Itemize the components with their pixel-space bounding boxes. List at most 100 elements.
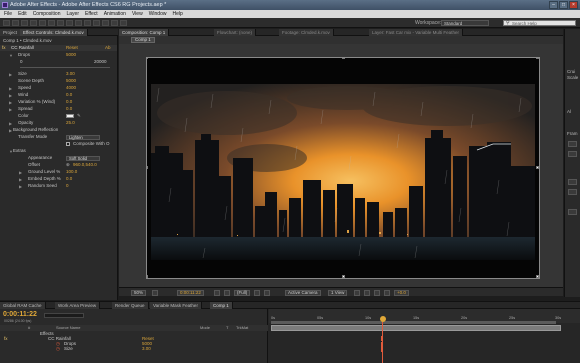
exposure-icon[interactable] bbox=[384, 289, 390, 296]
workspace-select[interactable]: Standard bbox=[441, 20, 489, 26]
reset-link[interactable]: Reset bbox=[66, 45, 78, 51]
roto-brush-tool-icon[interactable] bbox=[111, 20, 118, 26]
close-button[interactable]: × bbox=[569, 1, 578, 9]
param-value-random-seed[interactable]: 0 bbox=[66, 183, 69, 189]
param-value-variation[interactable]: 0.0 bbox=[66, 99, 72, 105]
color-swatch[interactable] bbox=[66, 114, 74, 118]
region-of-interest-icon[interactable] bbox=[254, 289, 260, 296]
eyedropper-icon[interactable]: ✎ bbox=[77, 113, 81, 119]
transform-handle[interactable] bbox=[536, 58, 539, 59]
param-value-ground-level[interactable]: 100.0 bbox=[66, 169, 77, 175]
side-button[interactable] bbox=[568, 141, 577, 147]
camera-tool-icon[interactable] bbox=[39, 20, 46, 26]
snapshot-icon[interactable] bbox=[214, 289, 220, 296]
menu-edit[interactable]: Edit bbox=[18, 10, 27, 18]
transform-handle[interactable] bbox=[536, 166, 539, 169]
side-button[interactable] bbox=[568, 209, 577, 215]
composite-checkbox[interactable] bbox=[66, 142, 70, 146]
puppet-tool-icon[interactable] bbox=[120, 20, 127, 26]
exposure-value[interactable]: +0.0 bbox=[394, 289, 409, 296]
menu-animation[interactable]: Animation bbox=[104, 10, 126, 18]
appearance-select[interactable]: Soft Solid bbox=[66, 155, 100, 161]
menu-help[interactable]: Help bbox=[172, 10, 182, 18]
type-tool-icon[interactable] bbox=[75, 20, 82, 26]
pen-tool-icon[interactable] bbox=[66, 20, 73, 26]
mask-tool-icon[interactable] bbox=[57, 20, 64, 26]
side-button[interactable] bbox=[568, 179, 577, 185]
param-value-wind[interactable]: 0.0 bbox=[66, 92, 72, 98]
side-button[interactable] bbox=[568, 189, 577, 195]
param-value-drops[interactable]: 5000 bbox=[66, 52, 76, 58]
menu-composition[interactable]: Composition bbox=[33, 10, 61, 18]
transform-handle[interactable] bbox=[536, 275, 539, 278]
tab-render-queue[interactable]: Render Queue bbox=[112, 302, 149, 309]
rotate-tool-icon[interactable] bbox=[30, 20, 37, 26]
eraser-tool-icon[interactable] bbox=[102, 20, 109, 26]
resolution-select[interactable]: (Full) bbox=[234, 289, 251, 296]
param-value-scene-depth[interactable]: 5000 bbox=[66, 78, 76, 84]
stopwatch-icon[interactable]: ◷ bbox=[56, 346, 60, 352]
timeline-timecode[interactable]: 0:00:11:22 bbox=[3, 311, 37, 318]
viewer-timecode[interactable]: 0:00:11:22 bbox=[177, 289, 204, 296]
pan-behind-tool-icon[interactable] bbox=[48, 20, 55, 26]
fx-icon[interactable]: fx bbox=[2, 45, 6, 51]
menu-window[interactable]: Window bbox=[149, 10, 167, 18]
twirl-icon[interactable]: ▶ bbox=[19, 184, 22, 190]
grid-icon[interactable] bbox=[152, 289, 158, 296]
brush-tool-icon[interactable] bbox=[84, 20, 91, 26]
transform-handle[interactable] bbox=[342, 58, 345, 59]
flowchart-icon[interactable] bbox=[374, 289, 380, 296]
timeline-search-input[interactable] bbox=[44, 313, 84, 318]
param-value-offset[interactable]: 960.0,540.0 bbox=[73, 162, 97, 168]
tab-flowchart[interactable]: Flowchart: (none) bbox=[214, 29, 257, 36]
zoom-tool-icon[interactable] bbox=[21, 20, 28, 26]
transform-handle[interactable] bbox=[342, 275, 345, 278]
param-value-opacity[interactable]: 25.0 bbox=[66, 120, 75, 126]
param-value-spread[interactable]: 0.0 bbox=[66, 106, 72, 112]
tab-project[interactable]: Project bbox=[0, 29, 22, 36]
about-link[interactable]: Ab bbox=[105, 45, 111, 51]
menu-effect[interactable]: Effect bbox=[85, 10, 98, 18]
show-channel-icon[interactable] bbox=[224, 289, 230, 296]
transform-handle[interactable] bbox=[147, 166, 148, 169]
param-value-speed[interactable]: 4000 bbox=[66, 85, 76, 91]
transform-handle[interactable] bbox=[147, 275, 148, 278]
crosshair-icon[interactable]: ⊕ bbox=[66, 162, 70, 168]
tab-comp-1[interactable]: Comp 1 bbox=[210, 302, 233, 309]
comp-subtab[interactable]: Comp 1 bbox=[131, 37, 155, 43]
transfer-mode-select[interactable]: Lighten bbox=[66, 134, 100, 140]
selection-tool-icon[interactable] bbox=[3, 20, 10, 26]
tl-row-value[interactable]: 3.00 bbox=[142, 346, 151, 352]
fast-previews-icon[interactable] bbox=[354, 289, 360, 296]
minimize-button[interactable]: – bbox=[549, 1, 558, 9]
table-row[interactable]: ◷ Size 3.00 bbox=[0, 346, 268, 352]
composition-frame[interactable] bbox=[146, 57, 540, 279]
menu-file[interactable]: File bbox=[4, 10, 12, 18]
tab-variable-mask-feather[interactable]: Variable Mask Feather bbox=[150, 302, 202, 309]
views-select[interactable]: 1 View bbox=[328, 289, 348, 296]
drops-slider[interactable] bbox=[20, 67, 110, 68]
transform-handle[interactable] bbox=[147, 58, 148, 59]
camera-select[interactable]: Active Camera bbox=[285, 289, 321, 296]
tab-footage[interactable]: Footage: Clmded.k.mov bbox=[279, 29, 334, 36]
layer-duration-bar[interactable] bbox=[271, 325, 561, 331]
transparency-grid-icon[interactable] bbox=[264, 289, 270, 296]
tab-composition[interactable]: Composition: Comp 1 bbox=[119, 29, 170, 36]
tab-effect-controls[interactable]: Effect Controls: Clmded.k.mov bbox=[20, 29, 88, 36]
search-help-input[interactable]: ⚲ Search Help bbox=[503, 20, 576, 26]
timeline-icon[interactable] bbox=[364, 289, 370, 296]
clone-tool-icon[interactable] bbox=[93, 20, 100, 26]
param-value-embed-depth[interactable]: 0.0 bbox=[66, 176, 72, 182]
current-time-indicator[interactable] bbox=[380, 316, 386, 322]
param-value-size[interactable]: 3.00 bbox=[66, 71, 75, 77]
current-time-line[interactable] bbox=[382, 322, 383, 363]
menu-view[interactable]: View bbox=[132, 10, 143, 18]
hand-tool-icon[interactable] bbox=[12, 20, 19, 26]
maximize-button[interactable]: □ bbox=[559, 1, 568, 9]
tab-layer[interactable]: Layer: Fast Car mix - Variable Multi Fea… bbox=[369, 29, 463, 36]
menu-layer[interactable]: Layer bbox=[66, 10, 79, 18]
side-button[interactable] bbox=[568, 151, 577, 157]
zoom-select[interactable]: 50% bbox=[131, 289, 147, 296]
tab-work-area-preview[interactable]: Work Area Preview bbox=[55, 302, 101, 309]
work-area-bar[interactable] bbox=[271, 321, 556, 324]
